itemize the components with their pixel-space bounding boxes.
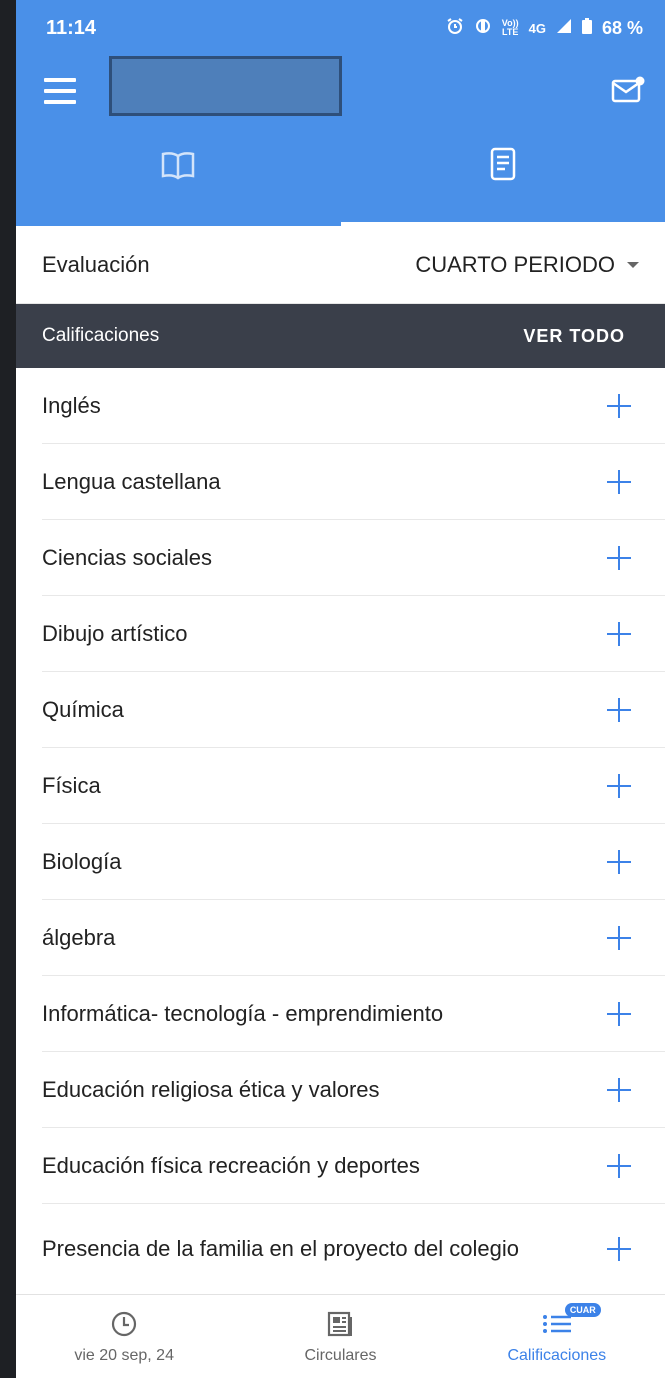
status-bar: 11:14 Vo)) LTE 4G 68 % <box>16 0 665 56</box>
network-label: 4G <box>528 20 546 36</box>
subject-item[interactable]: Ciencias sociales <box>42 520 665 596</box>
subject-item[interactable]: Educación física recreación y deportes <box>42 1128 665 1204</box>
document-icon <box>490 147 516 186</box>
nav-label-calificaciones: Calificaciones <box>507 1346 607 1364</box>
alarm-icon <box>446 17 464 40</box>
subject-name: Educación física recreación y deportes <box>42 1152 420 1178</box>
plus-icon[interactable] <box>607 621 631 646</box>
subject-name: Presencia de la familia en el proyecto d… <box>42 1236 519 1261</box>
subject-item[interactable]: Presencia de la familia en el proyecto d… <box>42 1204 665 1294</box>
grades-title: Calificaciones <box>42 325 160 346</box>
subject-item[interactable]: Física <box>42 748 665 824</box>
subject-name: Informática- tecnología - emprendimiento <box>42 1000 444 1026</box>
subject-name: Dibujo artístico <box>42 620 188 646</box>
plus-icon[interactable] <box>607 393 631 418</box>
mail-notification-icon[interactable] <box>611 76 645 104</box>
subject-list: Inglés Lengua castellana Ciencias social… <box>16 368 665 1294</box>
subject-name: Química <box>42 696 124 722</box>
plus-icon[interactable] <box>607 773 631 798</box>
status-time: 11:14 <box>46 16 97 39</box>
battery-level: 68 % <box>601 17 643 38</box>
evaluation-row: Evaluación CUARTO PERIODO <box>16 226 665 304</box>
subject-item[interactable]: Educación religiosa ética y valores <box>42 1052 665 1128</box>
bottom-nav: vie 20 sep, 24 Circulares CUAR Calificac… <box>16 1294 665 1378</box>
subject-item[interactable]: Inglés <box>42 368 665 444</box>
nav-item-date[interactable]: vie 20 sep, 24 <box>16 1295 232 1378</box>
signal-icon <box>556 18 572 39</box>
tab-book[interactable] <box>16 126 341 226</box>
subject-item[interactable]: Informática- tecnología - emprendimiento <box>42 976 665 1052</box>
plus-icon[interactable] <box>607 1237 631 1261</box>
nav-label-circulares: Circulares <box>304 1346 377 1364</box>
menu-icon[interactable] <box>44 78 76 104</box>
plus-icon[interactable] <box>607 1153 631 1178</box>
plus-icon[interactable] <box>607 697 631 722</box>
subject-item[interactable]: Lengua castellana <box>42 444 665 520</box>
subject-name: Educación religiosa ética y valores <box>42 1076 380 1102</box>
subject-item[interactable]: álgebra <box>42 900 665 976</box>
volte-indicator: Vo)) LTE <box>502 19 519 37</box>
plus-icon[interactable] <box>607 545 631 570</box>
period-badge: CUAR <box>564 1302 601 1317</box>
left-edge <box>0 0 16 1378</box>
subject-item[interactable]: Dibujo artístico <box>42 596 665 672</box>
plus-icon[interactable] <box>607 1001 631 1026</box>
plus-icon[interactable] <box>607 469 631 494</box>
status-icons: Vo)) LTE 4G 68 % <box>446 17 643 40</box>
nav-item-circulares[interactable]: Circulares <box>232 1295 448 1378</box>
redacted-title <box>109 56 342 116</box>
app-bar: 11:14 Vo)) LTE 4G 68 % <box>16 0 665 226</box>
period-dropdown[interactable]: CUARTO PERIODO <box>415 252 639 278</box>
subject-name: Lengua castellana <box>42 468 221 494</box>
period-value: CUARTO PERIODO <box>415 251 615 277</box>
subject-item[interactable]: Química <box>42 672 665 748</box>
plus-icon[interactable] <box>607 925 631 950</box>
lte-label: LTE <box>502 27 519 37</box>
subject-name: Física <box>42 772 101 798</box>
subject-name: Biología <box>42 848 122 874</box>
subject-item[interactable]: Biología <box>42 824 665 900</box>
app-screen: 11:14 Vo)) LTE 4G 68 % Evaluación CUARTO… <box>16 0 665 1378</box>
subject-name: álgebra <box>42 924 116 950</box>
grades-header: Calificaciones VER TODO <box>16 304 665 368</box>
book-icon <box>160 152 196 185</box>
view-tabs <box>16 126 665 226</box>
vibrate-icon <box>474 17 492 40</box>
chevron-down-icon <box>627 261 639 268</box>
battery-icon <box>581 17 592 39</box>
clock-icon <box>110 1309 138 1339</box>
plus-icon[interactable] <box>607 849 631 874</box>
toolbar <box>16 56 665 126</box>
subject-name: Ciencias sociales <box>42 544 212 570</box>
plus-icon[interactable] <box>607 1077 631 1102</box>
tab-document[interactable] <box>340 126 665 226</box>
newspaper-icon <box>326 1309 354 1339</box>
nav-item-calificaciones[interactable]: CUAR Calificaciones <box>449 1295 665 1378</box>
view-all-button[interactable]: VER TODO <box>523 326 625 347</box>
list-icon: CUAR <box>541 1302 601 1339</box>
evaluation-label: Evaluación <box>42 251 150 277</box>
subject-name: Inglés <box>42 392 101 418</box>
nav-label-date: vie 20 sep, 24 <box>74 1346 174 1364</box>
